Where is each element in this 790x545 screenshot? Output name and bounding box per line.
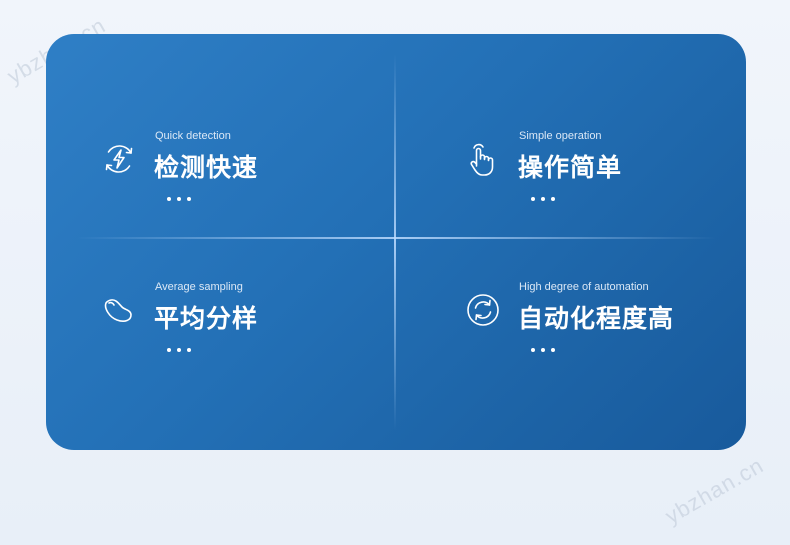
- refresh-cycle-icon: [464, 291, 502, 329]
- more-dots-icon[interactable]: [530, 343, 556, 357]
- more-dots-icon[interactable]: [166, 192, 192, 206]
- lightning-cycle-icon: [100, 140, 138, 178]
- pointing-hand-icon: [464, 140, 502, 178]
- more-dots-icon[interactable]: [530, 192, 556, 206]
- more-dots-icon[interactable]: [166, 343, 192, 357]
- feature-subtitle: Simple operation: [519, 130, 602, 142]
- watermark: ybzhan.cn: [660, 452, 768, 529]
- grain-icon: [100, 291, 138, 329]
- feature-title: 检测快速: [154, 153, 259, 182]
- horizontal-divider: [76, 237, 716, 239]
- feature-card: Quick detection 检测快速 Simple operation 操作…: [46, 34, 746, 450]
- feature-subtitle: Quick detection: [155, 130, 231, 142]
- feature-title: 平均分样: [154, 304, 259, 333]
- feature-title: 操作简单: [518, 153, 623, 182]
- feature-simple-operation: Simple operation 操作简单: [464, 130, 746, 230]
- feature-quick-detection: Quick detection 检测快速: [100, 130, 400, 230]
- feature-title: 自动化程度高: [518, 304, 675, 333]
- feature-subtitle: Average sampling: [155, 281, 243, 293]
- feature-automation: High degree of automation 自动化程度高: [464, 281, 746, 381]
- feature-average-sampling: Average sampling 平均分样: [100, 281, 400, 381]
- feature-subtitle: High degree of automation: [519, 281, 649, 293]
